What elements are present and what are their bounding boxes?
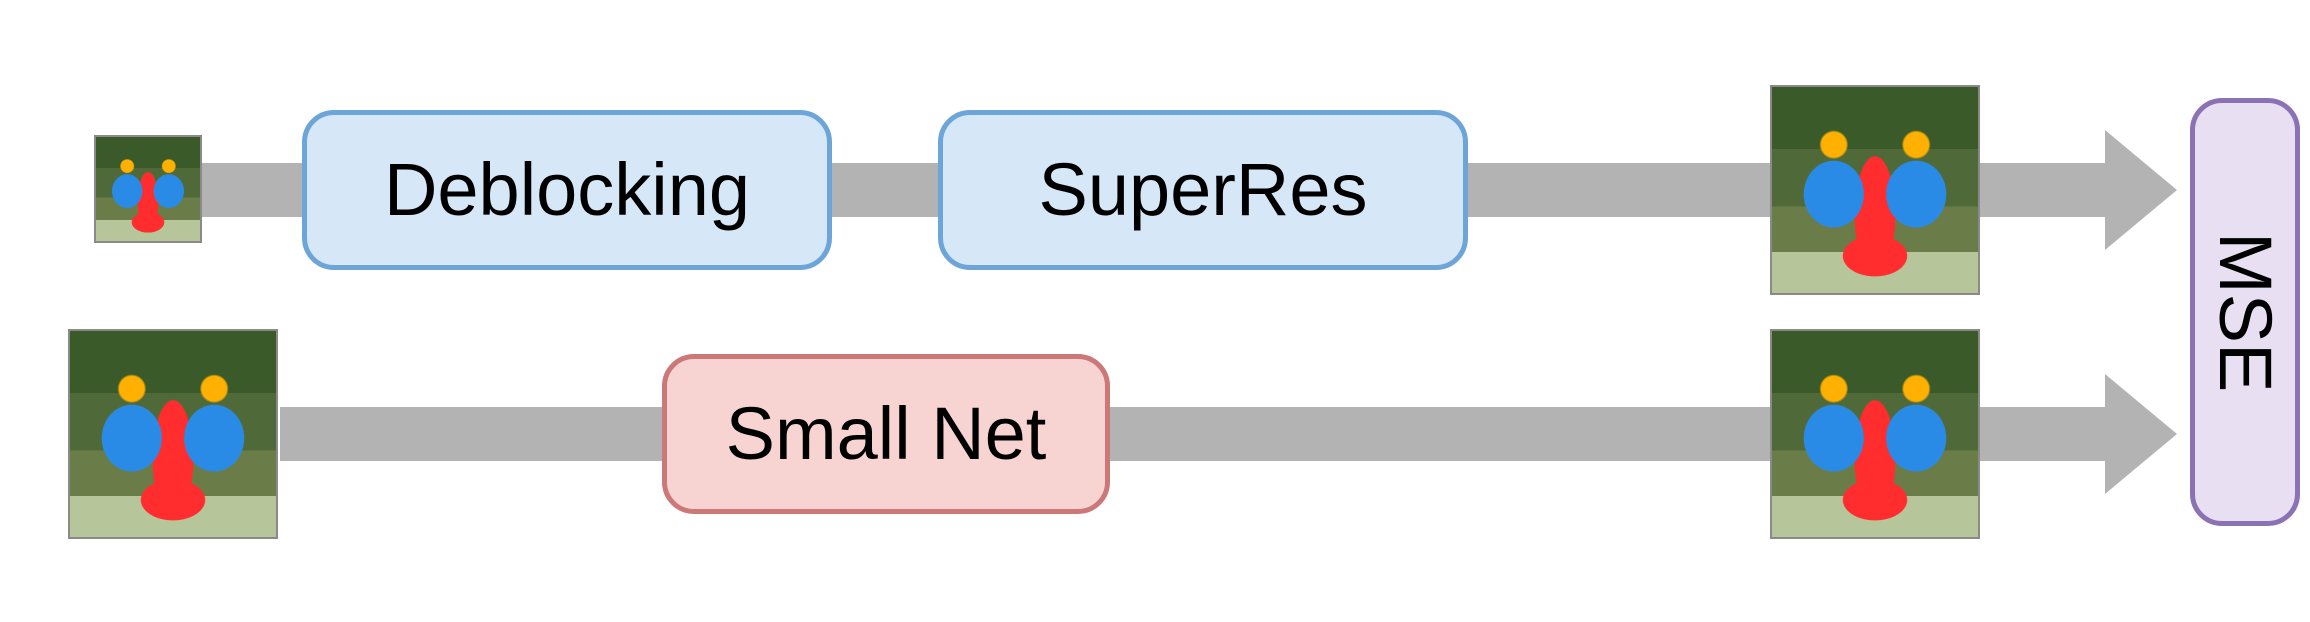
top-output-thumbnail	[1770, 85, 1980, 295]
deblocking-label: Deblocking	[384, 153, 750, 227]
superres-label: SuperRes	[1038, 153, 1367, 227]
smallnet-block: Small Net	[662, 354, 1110, 514]
top-input-thumbnail	[94, 135, 202, 243]
top-arrow-head	[2105, 130, 2177, 250]
bottom-arrow-head	[2105, 374, 2177, 494]
deblocking-block: Deblocking	[302, 110, 832, 270]
mse-label: MSE	[2208, 232, 2282, 392]
bottom-output-thumbnail	[1770, 329, 1980, 539]
smallnet-label: Small Net	[726, 397, 1047, 471]
diagram-canvas: Deblocking SuperRes Small Net MSE	[0, 0, 2310, 622]
bottom-input-thumbnail	[68, 329, 278, 539]
mse-block: MSE	[2190, 98, 2300, 526]
superres-block: SuperRes	[938, 110, 1468, 270]
